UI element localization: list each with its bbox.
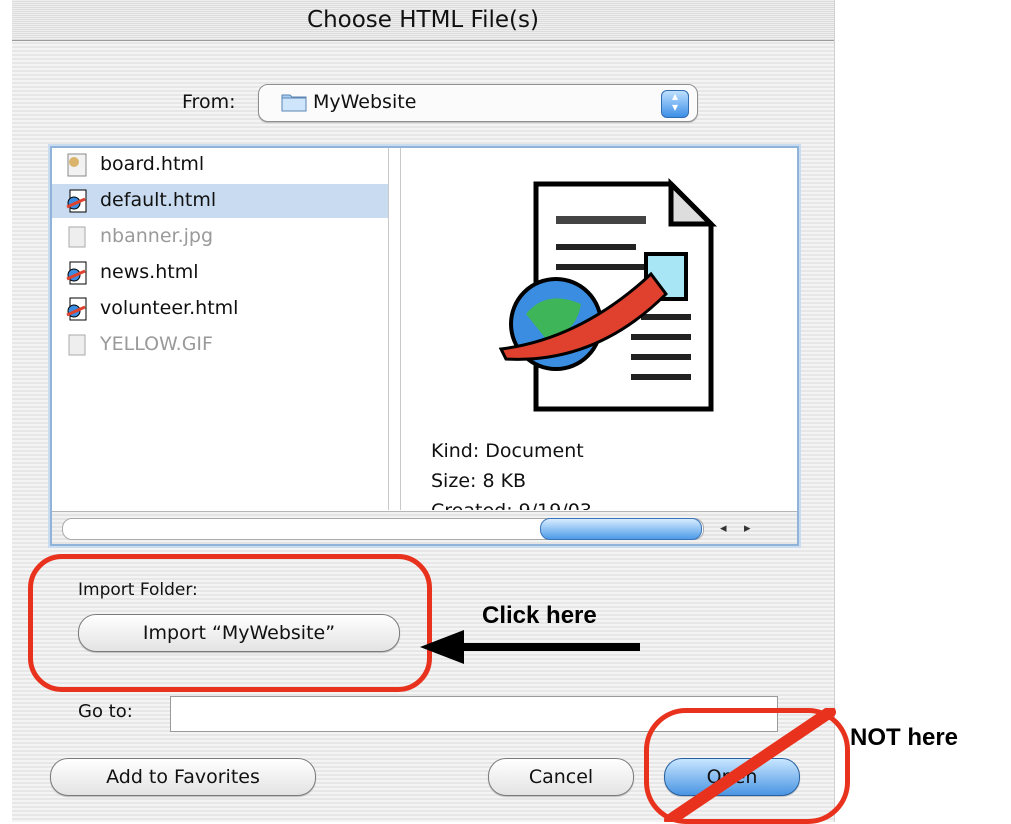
file-name: nbanner.jpg (100, 225, 214, 247)
from-value: MyWebsite (313, 91, 417, 113)
file-browser: board.html default.html nbanner.jpg news.ht… (50, 146, 799, 546)
from-popup[interactable]: MyWebsite ▴ ▾ (258, 84, 698, 122)
import-highlight-ellipse (28, 554, 432, 692)
scroll-left-arrow-icon[interactable]: ◂ (720, 520, 727, 536)
prohibited-slash-icon (664, 708, 836, 822)
from-label: From: (182, 91, 236, 113)
choose-html-dialog: Choose HTML File(s) From: MyWebsite ▴ ▾ b… (12, 0, 835, 822)
file-name: board.html (100, 153, 205, 175)
horizontal-scrollbar[interactable]: ◂ ▸ (52, 511, 797, 544)
preview-kind: Kind: Document (431, 440, 584, 462)
image-file-icon (68, 226, 86, 248)
file-list-item: YELLOW.GIF (52, 328, 388, 362)
scroll-thumb[interactable] (540, 518, 702, 540)
not-here-callout: NOT here (850, 724, 959, 751)
html-document-icon (66, 189, 87, 213)
file-list-item[interactable]: default.html (52, 184, 388, 218)
folder-icon (281, 94, 307, 112)
scroll-right-arrow-icon[interactable]: ▸ (744, 520, 751, 536)
file-list-item[interactable]: board.html (52, 148, 388, 182)
file-name: YELLOW.GIF (100, 333, 213, 355)
click-here-callout: Click here (482, 602, 597, 629)
file-name: default.html (100, 189, 217, 211)
file-list-item[interactable]: news.html (52, 256, 388, 290)
cancel-button[interactable]: Cancel (488, 758, 634, 796)
goto-label: Go to: (78, 701, 133, 722)
web-page-icon (67, 153, 87, 177)
preview-size: Size: 8 KB (431, 470, 527, 492)
file-name: volunteer.html (100, 297, 239, 319)
file-list: board.html default.html nbanner.jpg news.ht… (52, 148, 389, 510)
file-list-item: nbanner.jpg (52, 220, 388, 254)
html-document-icon (498, 177, 718, 412)
file-name: news.html (100, 261, 199, 283)
popup-arrows-icon: ▴ ▾ (661, 90, 689, 118)
dialog-title: Choose HTML File(s) (12, 0, 834, 41)
image-file-icon (68, 334, 86, 356)
preview-pane: Kind: Document Size: 8 KB Created: 9/19/… (400, 148, 797, 510)
preview-created: Created: 9/19/03 (431, 500, 592, 510)
html-document-icon (66, 297, 87, 321)
add-to-favorites-button[interactable]: Add to Favorites (50, 758, 316, 796)
file-list-item[interactable]: volunteer.html (52, 292, 388, 326)
arrow-left-icon (420, 630, 640, 664)
html-document-icon (66, 261, 87, 285)
